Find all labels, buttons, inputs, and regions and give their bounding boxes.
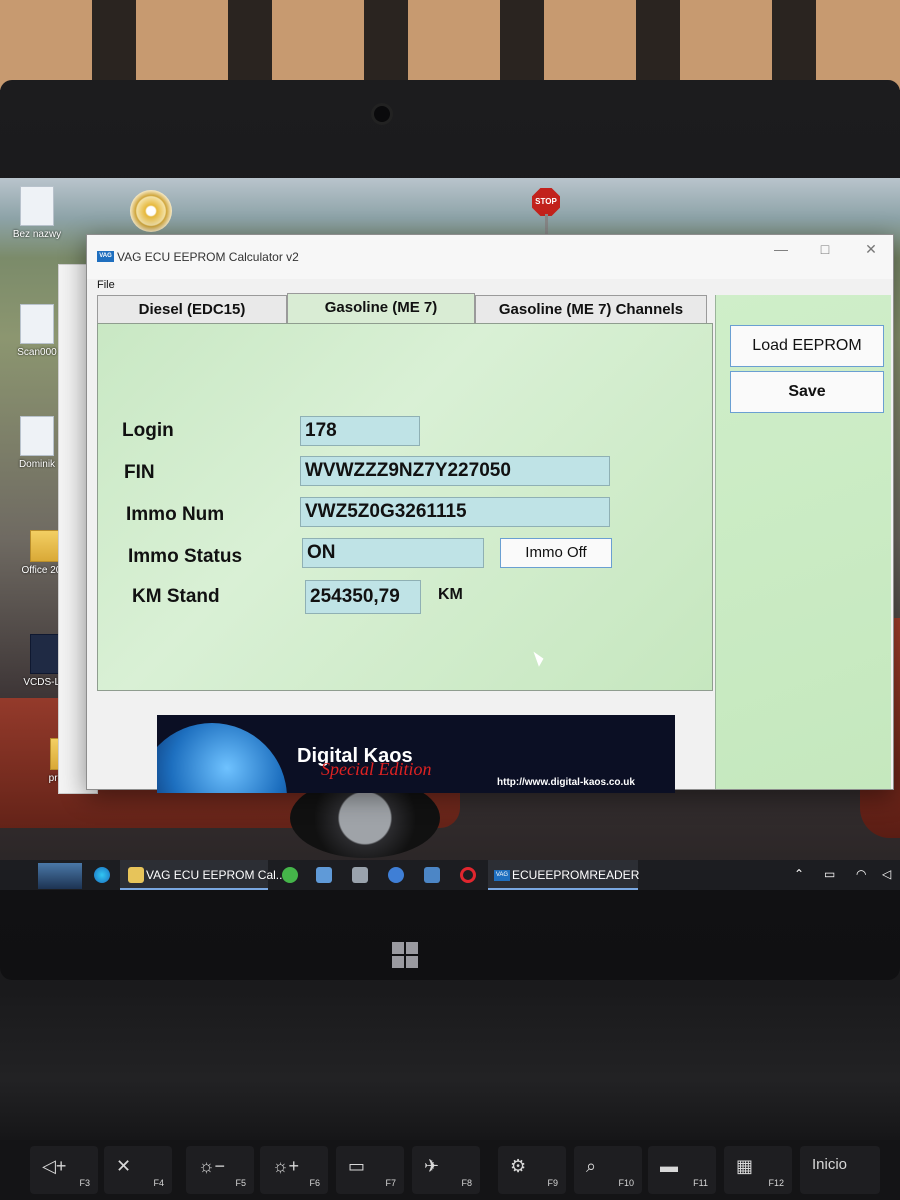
minimize-button[interactable]: —: [767, 241, 795, 257]
digital-kaos-banner: Digital Kaos Special Edition http://www.…: [157, 715, 675, 793]
key-label: F8: [461, 1178, 472, 1188]
save-button[interactable]: Save: [730, 371, 884, 413]
key-f6[interactable]: ☼+ F6: [260, 1146, 328, 1194]
media-icon[interactable]: [388, 867, 404, 883]
brightness-up-icon: ☼+: [272, 1156, 300, 1176]
desktop-icon-bez-nazwy[interactable]: Bez nazwy: [0, 186, 74, 240]
taskbar-item-ecueepromreader[interactable]: VAG ECUEEPROMREADER: [488, 860, 640, 890]
webcam: [374, 106, 390, 122]
key-label: F3: [79, 1178, 90, 1188]
key-label: F12: [768, 1178, 784, 1188]
immo-status-field[interactable]: ON: [302, 538, 484, 568]
banner-url: http://www.digital-kaos.co.uk: [497, 777, 635, 788]
function-key-row: ◁+ F3 ✕ F4 ☼− F5 ☼+ F6 ▭ F7 ✈ F8 ⚙ F9 ⌕ F10 ▬ F11…: [0, 1140, 900, 1200]
desktop-icon-label: Bez nazwy: [12, 229, 62, 240]
taskbar: VAG ECU EEPROM Cal... VAG ECUEEPROMREADE…: [0, 860, 900, 890]
tab-gasoline-me7-channels[interactable]: Gasoline (ME 7) Channels: [475, 295, 707, 323]
windows-logo-button[interactable]: [392, 942, 420, 970]
login-field[interactable]: 178: [300, 416, 420, 446]
tab-diesel-edc15[interactable]: Diesel (EDC15): [97, 295, 287, 323]
globe-icon: [157, 723, 287, 793]
key-label: F6: [309, 1178, 320, 1188]
search-icon: ⌕: [586, 1156, 597, 1176]
key-f3[interactable]: ◁+ F3: [30, 1146, 98, 1194]
vag-app-icon: VAG: [494, 870, 510, 881]
keyboard-deck: [0, 990, 900, 1140]
window-title: VAG ECU EEPROM Calculator v2: [117, 250, 299, 264]
desktop-icon-label: Scan000: [17, 347, 57, 358]
key-f12[interactable]: ▦ F12: [724, 1146, 792, 1194]
airplane-icon: ✈: [424, 1156, 440, 1176]
brightness-down-icon: ☼−: [198, 1156, 226, 1176]
immo-off-button[interactable]: Immo Off: [500, 538, 612, 568]
document-icon: [20, 304, 54, 344]
desktop-disc-icon: [130, 190, 172, 232]
key-f4[interactable]: ✕ F4: [104, 1146, 172, 1194]
key-label: F4: [153, 1178, 164, 1188]
key-label: F11: [693, 1178, 708, 1188]
taskbar-item-vag-calc[interactable]: VAG ECU EEPROM Cal...: [120, 860, 286, 890]
volume-icon[interactable]: ◁: [882, 867, 891, 881]
km-stand-field[interactable]: 254350,79: [305, 580, 421, 614]
stop-sign: STOP: [532, 188, 560, 216]
app-window: VAG VAG ECU EEPROM Calculator v2 — □ ✕ F…: [86, 234, 894, 793]
immo-num-label: Immo Num: [126, 504, 225, 525]
key-f7[interactable]: ▭ F7: [336, 1146, 404, 1194]
desktop-icon-label: Dominik: [18, 459, 56, 470]
menu-file[interactable]: File: [97, 279, 115, 291]
immo-num-field[interactable]: VWZ5Z0G3261115: [300, 497, 610, 527]
gasoline-panel: Login 178 FIN WVWZZZ9NZ7Y227050 Immo Num…: [97, 323, 713, 691]
edge-icon[interactable]: [94, 867, 110, 883]
banner-subtitle: Special Edition: [321, 759, 432, 779]
gear-icon: ⚙: [510, 1156, 527, 1176]
mail-icon[interactable]: [316, 867, 332, 883]
menu-bar: File: [87, 279, 893, 295]
laptop-screen: STOP Bez nazwy Scan000 Dominik Office 20…: [0, 178, 900, 890]
whatsapp-icon[interactable]: [282, 867, 298, 883]
title-bar[interactable]: VAG VAG ECU EEPROM Calculator v2 — □ ✕: [87, 235, 893, 279]
key-f11[interactable]: ▬ F11: [648, 1146, 716, 1194]
km-unit: KM: [438, 586, 463, 603]
key-f10[interactable]: ⌕ F10: [574, 1146, 642, 1194]
grid-icon: ▦: [736, 1156, 754, 1176]
key-label: Inicio: [812, 1156, 848, 1173]
key-label: F10: [618, 1178, 634, 1188]
taskbar-item-label: ECUEEPROMREADER: [512, 868, 640, 882]
immo-status-label: Immo Status: [128, 546, 243, 567]
stop-sign-pole: [545, 214, 548, 236]
close-button[interactable]: ✕: [857, 241, 885, 258]
wifi-icon[interactable]: ◠: [856, 867, 866, 881]
side-panel: Load EEPROM Save: [715, 295, 891, 789]
background-wall: [0, 0, 900, 90]
key-label: F9: [547, 1178, 558, 1188]
maximize-button[interactable]: □: [811, 241, 839, 257]
tools-icon: ✕: [116, 1156, 132, 1176]
chevron-up-icon[interactable]: ⌃: [794, 867, 804, 881]
load-eeprom-button[interactable]: Load EEPROM: [730, 325, 884, 367]
mic-plus-icon: ◁+: [42, 1156, 67, 1176]
projector-icon: ▭: [348, 1156, 366, 1176]
opera-icon[interactable]: [460, 867, 476, 883]
document-icon: [20, 186, 54, 226]
folder-icon: [128, 867, 144, 883]
key-label: F7: [385, 1178, 396, 1188]
taskbar-item-label: VAG ECU EEPROM Cal...: [146, 868, 286, 882]
camera-icon[interactable]: [352, 867, 368, 883]
login-label: Login: [122, 420, 174, 441]
app-logo-icon: VAG: [97, 251, 114, 262]
fin-label: FIN: [124, 462, 155, 483]
key-inicio[interactable]: Inicio: [800, 1146, 880, 1194]
document-icon: [20, 416, 54, 456]
key-f5[interactable]: ☼− F5: [186, 1146, 254, 1194]
key-f8[interactable]: ✈ F8: [412, 1146, 480, 1194]
km-stand-label: KM Stand: [132, 586, 220, 607]
tab-gasoline-me7[interactable]: Gasoline (ME 7): [287, 293, 475, 323]
scanner-icon[interactable]: [424, 867, 440, 883]
user-avatar[interactable]: [38, 863, 82, 889]
key-label: F5: [235, 1178, 246, 1188]
fin-field[interactable]: WVWZZZ9NZ7Y227050: [300, 456, 610, 486]
battery-icon[interactable]: ▭: [824, 867, 835, 881]
key-f9[interactable]: ⚙ F9: [498, 1146, 566, 1194]
keyboard-icon: ▬: [660, 1156, 678, 1176]
